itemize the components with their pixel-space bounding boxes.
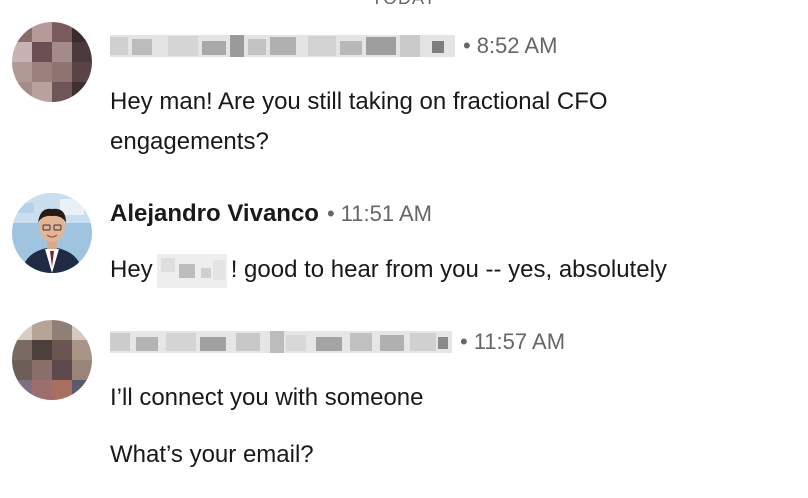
- redacted-name-icon: [110, 35, 455, 57]
- message-timestamp: 11:57 AM: [473, 329, 566, 354]
- blurred-sender-name[interactable]: [110, 329, 452, 355]
- message-text-start: Hey: [110, 256, 153, 283]
- sender-avatar-pixelated[interactable]: [12, 22, 92, 102]
- message-text: Hey man! Are you still taking on fractio…: [110, 88, 608, 115]
- redacted-inline-icon: [156, 253, 227, 288]
- blurred-sender-name[interactable]: [110, 33, 455, 59]
- redacted-name-icon: [110, 331, 452, 353]
- redacted-name-inline: [156, 253, 227, 288]
- message-text: Hey ! good to hear from you -- yes, abso…: [110, 250, 667, 290]
- separator-dot: •: [326, 201, 335, 226]
- profile-photo-icon: [12, 193, 92, 273]
- message-text: I’ll connect you with someone: [110, 384, 424, 411]
- sender-avatar-pixelated[interactable]: [12, 320, 92, 400]
- message-text-end: ! good to hear from you -- yes, absolute…: [230, 256, 667, 283]
- separator-dot: •: [460, 329, 468, 354]
- message-timestamp: 11:51 AM: [340, 201, 432, 226]
- message-text: What’s your email?: [110, 441, 314, 468]
- sender-avatar[interactable]: [12, 193, 92, 273]
- pixelated-avatar-icon: [12, 320, 92, 400]
- message-header-3: • 11:57 AM: [110, 327, 565, 357]
- message-header-2: Alejandro Vivanco • 11:51 AM: [110, 199, 432, 229]
- pixelated-avatar-icon: [12, 22, 92, 102]
- message-text: engagements?: [110, 128, 269, 155]
- day-divider: TODAY: [0, 0, 808, 9]
- message-timestamp: 8:52 AM: [476, 33, 558, 58]
- message-header-1: • 8:52 AM: [110, 31, 557, 61]
- sender-name-link[interactable]: Alejandro Vivanco: [110, 200, 319, 228]
- separator-dot: •: [463, 33, 471, 58]
